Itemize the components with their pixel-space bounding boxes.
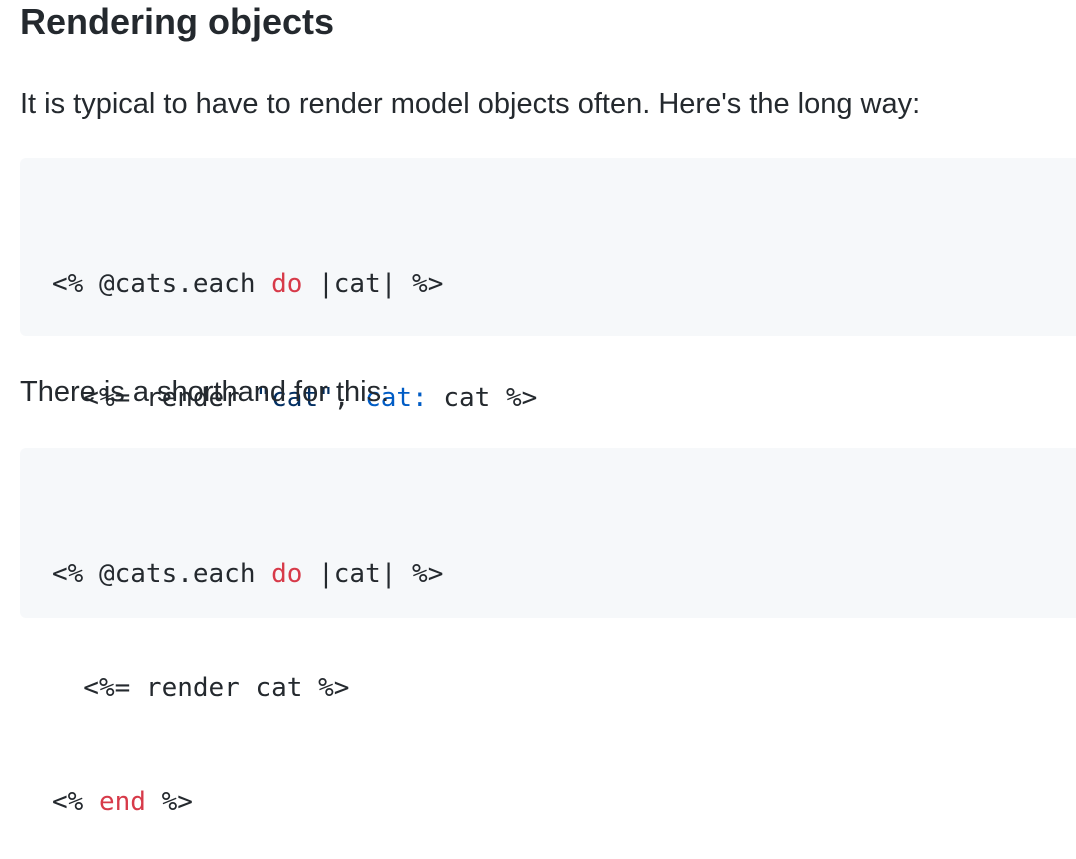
code-token: cat %> — [427, 383, 538, 413]
code-token: %> — [145, 787, 193, 817]
code-token: |cat| %> — [302, 269, 444, 299]
code-token: <% — [52, 787, 99, 817]
code-token: <% @cats.each — [52, 559, 272, 589]
code-token-keyword: do — [271, 269, 303, 299]
intro-paragraph: It is typical to have to render model ob… — [20, 88, 921, 120]
code-token: |cat| %> — [302, 559, 444, 589]
code-line: <% end %> — [52, 783, 1076, 821]
shorthand-paragraph: There is a shorthand for this: — [20, 376, 390, 408]
code-token-keyword: end — [98, 787, 146, 817]
code-line: <%= render cat %> — [52, 669, 1076, 707]
code-token: <% @cats.each — [52, 269, 272, 299]
code-token: <%= render cat %> — [52, 673, 350, 703]
code-block-shorthand: <% @cats.each do |cat| %> <%= render cat… — [20, 448, 1076, 817]
code-block-long-way: <% @cats.each do |cat| %> <%= render "ca… — [20, 158, 1076, 527]
code-line: <% @cats.each do |cat| %> — [52, 265, 1076, 303]
code-line: <% @cats.each do |cat| %> — [52, 555, 1076, 593]
section-heading: Rendering objects — [20, 1, 335, 42]
code-token-keyword: do — [271, 559, 303, 589]
